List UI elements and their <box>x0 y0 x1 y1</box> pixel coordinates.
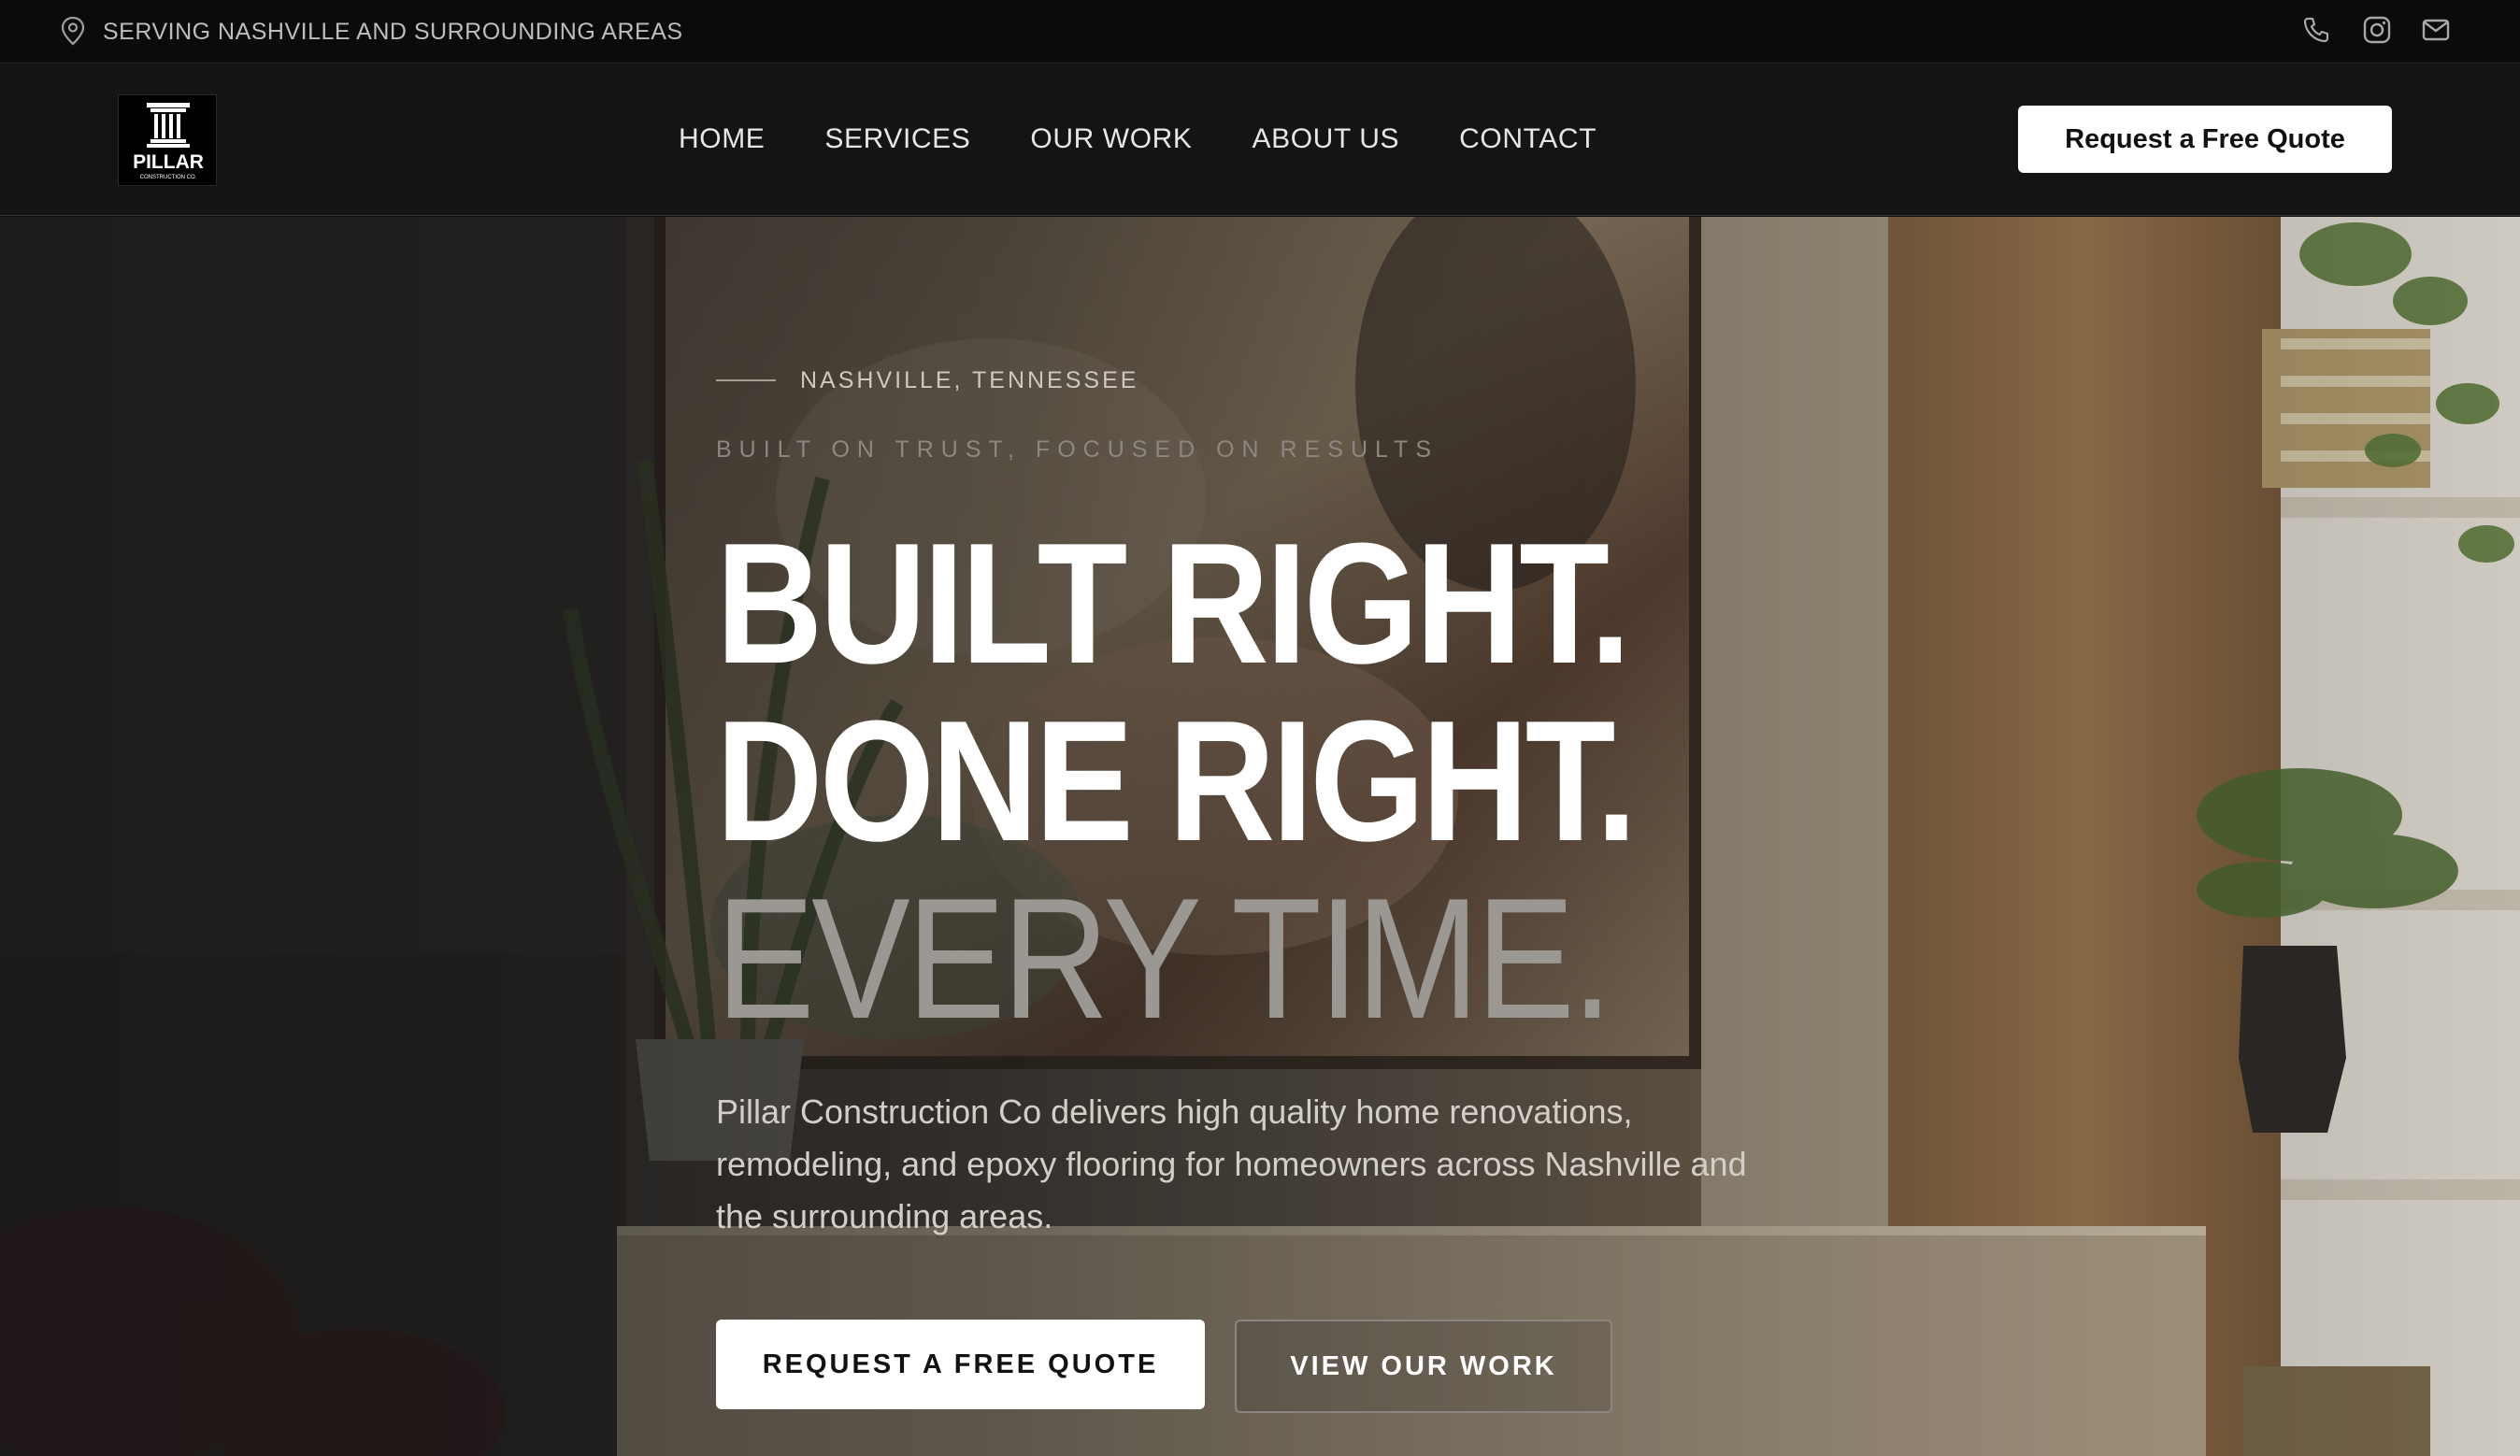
logo-name: PILLAR <box>133 151 204 173</box>
eyebrow-divider <box>716 379 776 381</box>
phone-icon[interactable] <box>2299 13 2333 47</box>
headline-line-1: BUILT RIGHT. <box>716 507 1631 699</box>
hero-request-quote-button[interactable]: REQUEST A FREE QUOTE <box>716 1320 1205 1409</box>
location-pin-icon <box>60 16 86 46</box>
view-our-work-button[interactable]: VIEW OUR WORK <box>1235 1320 1612 1413</box>
hero-description: Pillar Construction Co delivers high qua… <box>716 1092 1747 1235</box>
top-info-bar: SERVING NASHVILLE AND SURROUNDING AREAS <box>0 0 2520 64</box>
logo-subtitle: CONSTRUCTION CO. <box>140 175 197 180</box>
nav-links: HOME SERVICES OUR WORK ABOUT US CONTACT <box>679 120 1656 159</box>
mail-icon[interactable] <box>2419 13 2453 47</box>
hero-eyebrow: NASHVILLE, TENNESSEE <box>716 364 1138 396</box>
service-area-text: SERVING NASHVILLE AND SURROUNDING AREAS <box>103 19 683 45</box>
main-nav: PILLAR CONSTRUCTION CO. HOME SERVICES OU… <box>0 64 2520 216</box>
hero-tagline: BUILT ON TRUST, FOCUSED ON RESULTS <box>716 436 1439 463</box>
nav-services[interactable]: SERVICES <box>824 120 970 159</box>
headline-line-3: EVERY TIME. <box>716 862 1612 1054</box>
hero-section: NASHVILLE, TENNESSEE BUILT ON TRUST, FOC… <box>0 217 2520 1456</box>
pillar-logo[interactable]: PILLAR CONSTRUCTION CO. <box>118 94 217 186</box>
nav-contact[interactable]: CONTACT <box>1459 120 1596 159</box>
location-label: NASHVILLE, TENNESSEE <box>800 367 1139 393</box>
instagram-icon[interactable] <box>2360 13 2394 47</box>
nav-home[interactable]: HOME <box>679 120 765 159</box>
nav-about-us[interactable]: ABOUT US <box>1253 120 1400 159</box>
nav-our-work[interactable]: OUR WORK <box>1030 120 1192 159</box>
request-quote-button[interactable]: Request a Free Quote <box>2018 106 2392 173</box>
headline-line-2: DONE RIGHT. <box>716 684 1637 877</box>
